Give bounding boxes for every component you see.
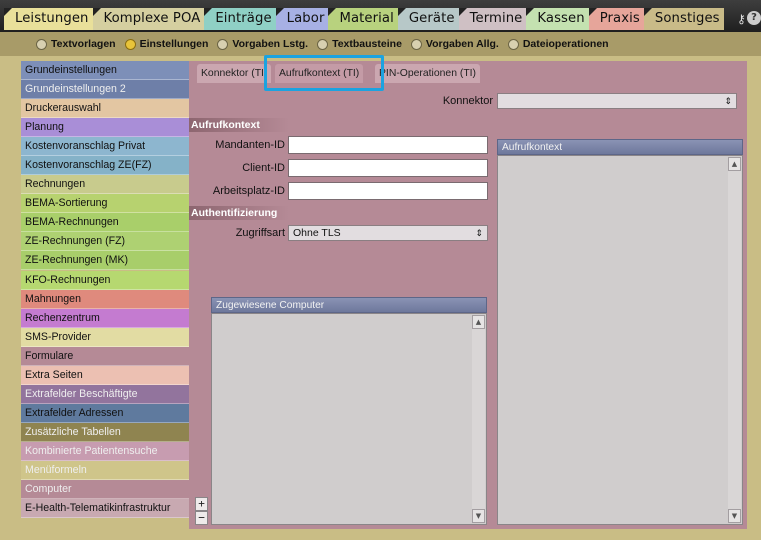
arbeitsplatz-id-label: Arbeitsplatz-ID [212,185,285,197]
menu-item-geräte[interactable]: Geräte [397,8,459,30]
nav-item-men-formeln[interactable]: Menüformeln [21,460,191,480]
nav-item-planung[interactable]: Planung [21,118,191,138]
radio-option-label: Textvorlagen [51,38,116,50]
toolbar-tools: ⚷ ? [735,9,761,29]
nav-item-computer[interactable]: Computer [21,480,191,500]
nav-item-sms-provider[interactable]: SMS-Provider [21,327,191,347]
mandanten-id-label: Mandanten-ID [215,139,285,151]
nav-item-ze-rechnungen-mk-[interactable]: ZE-Rechnungen (MK) [21,251,191,271]
menu-item-sonstiges[interactable]: Sonstiges [643,8,724,30]
radio-option-dateioperationen[interactable]: Dateioperationen [507,38,609,50]
nav-item-kostenvoranschlag-privat[interactable]: Kostenvoranschlag Privat [21,137,191,157]
nav-item-bema-rechnungen[interactable]: BEMA-Rechnungen [21,213,191,233]
radio-option-label: Vorgaben Lstg. [232,38,309,50]
add-computer-button[interactable]: + [195,497,208,511]
scroll-up-icon[interactable]: ▲ [728,157,741,171]
settings-category-bar: Textvorlagen Einstellungen Vorgaben Lstg. T… [0,32,761,56]
section-aufrufkontext: Aufrufkontext [189,118,289,132]
key-icon[interactable]: ⚷ [737,9,746,29]
menu-item-labor[interactable]: Labor [275,8,329,30]
nav-item-extrafelder-adressen[interactable]: Extrafelder Adressen [21,403,191,423]
nav-item-zus-tzliche-tabellen[interactable]: Zusätzliche Tabellen [21,422,191,442]
computer-list[interactable]: ▲ ▼ [211,313,487,525]
section-authentifizierung: Authentifizierung [189,206,289,220]
radio-option-vorgaben-allg-[interactable]: Vorgaben Allg. [410,38,499,50]
arbeitsplatz-id-field[interactable] [288,182,488,200]
top-menu-bar: Leistungen Komplexe POA Einträge Labor Mater… [0,0,761,32]
menu-item-kassen[interactable]: Kassen [526,8,589,30]
nav-item-kombinierte-patientensuche[interactable]: Kombinierte Patientensuche [21,441,191,461]
settings-nav: Grundeinstellungen Grundeinstellungen 2 Dr… [21,61,191,529]
tab-pin-operationen[interactable]: PIN-Operationen (TI) [375,64,481,83]
menu-item-praxis[interactable]: Praxis [588,8,644,30]
select-arrows-icon: ⇕ [475,228,483,238]
nav-item-extra-seiten[interactable]: Extra Seiten [21,365,191,385]
radio-button-icon[interactable] [124,38,136,50]
nav-item-kfo-rechnungen[interactable]: KFO-Rechnungen [21,270,191,290]
radio-option-textbausteine[interactable]: Textbausteine [317,38,402,50]
scroll-down-icon[interactable]: ▼ [472,509,485,523]
nav-item-formulare[interactable]: Formulare [21,346,191,366]
nav-item-mahnungen[interactable]: Mahnungen [21,289,191,309]
select-arrows-icon: ⇕ [724,96,732,106]
konnektor-select[interactable]: ⇕ [497,93,737,109]
menu-item-termine[interactable]: Termine [458,8,527,30]
menu-item-leistungen[interactable]: Leistungen [4,8,93,30]
mandanten-id-field[interactable] [288,136,488,154]
aufrufkontext-list[interactable]: ▲ ▼ [497,155,743,525]
nav-item-rechnungen[interactable]: Rechnungen [21,175,191,195]
radio-option-label: Einstellungen [139,38,209,50]
radio-button-icon[interactable] [507,38,519,50]
menu-item-material[interactable]: Material [328,8,398,30]
aufrufkontext-list-header: Aufrufkontext [497,139,743,155]
nav-item-ze-rechnungen-fz-[interactable]: ZE-Rechnungen (FZ) [21,232,191,252]
client-id-field[interactable] [288,159,488,177]
radio-option-label: Dateioperationen [522,38,609,50]
radio-option-vorgaben-lstg-[interactable]: Vorgaben Lstg. [217,38,308,50]
nav-item-kostenvoranschlag-ze-fz-[interactable]: Kostenvoranschlag ZE(FZ) [21,156,191,176]
radio-option-label: Vorgaben Allg. [425,38,499,50]
menu-item-komplexe-poa[interactable]: Komplexe POA [92,8,205,30]
menu-item-einträge[interactable]: Einträge [204,8,276,30]
nav-item-rechenzentrum[interactable]: Rechenzentrum [21,308,191,328]
aufrufkontext-scrollbar[interactable]: ▲ ▼ [728,157,741,523]
computer-list-scrollbar[interactable]: ▲ ▼ [472,315,485,523]
radio-button-icon[interactable] [410,38,422,50]
zugriffsart-value: Ohne TLS [293,227,341,239]
scroll-up-icon[interactable]: ▲ [472,315,485,329]
radio-option-label: Textbausteine [332,38,402,50]
zugriffsart-select[interactable]: Ohne TLS ⇕ [288,225,488,241]
computer-list-header: Zugewiesene Computer [211,297,487,313]
highlight-box [264,55,384,91]
tab-konnektor[interactable]: Konnektor (TI) [197,64,272,83]
content-panel: Konnektor (TI) Aufrufkontext (TI) PIN-Op… [189,61,747,529]
remove-computer-button[interactable]: − [195,511,208,525]
client-id-label: Client-ID [242,162,285,174]
radio-option-einstellungen[interactable]: Einstellungen [124,38,209,50]
nav-item-e-health-telematikinfrastruktur[interactable]: E-Health-Telematikinfrastruktur [21,499,191,519]
help-icon[interactable]: ? [747,11,761,25]
radio-option-textvorlagen[interactable]: Textvorlagen [36,38,116,50]
konnektor-label: Konnektor [442,95,493,107]
scroll-down-icon[interactable]: ▼ [728,509,741,523]
radio-button-icon[interactable] [36,38,47,50]
radio-button-icon[interactable] [217,38,229,50]
nav-item-grundeinstellungen-2[interactable]: Grundeinstellungen 2 [21,80,191,100]
nav-item-extrafelder-besch-ftigte[interactable]: Extrafelder Beschäftigte [21,384,191,404]
nav-item-bema-sortierung[interactable]: BEMA-Sortierung [21,194,191,214]
radio-button-icon[interactable] [317,38,329,50]
nav-item-grundeinstellungen[interactable]: Grundeinstellungen [21,61,191,80]
nav-item-druckerauswahl[interactable]: Druckerauswahl [21,99,191,119]
zugriffsart-label: Zugriffsart [235,227,285,239]
